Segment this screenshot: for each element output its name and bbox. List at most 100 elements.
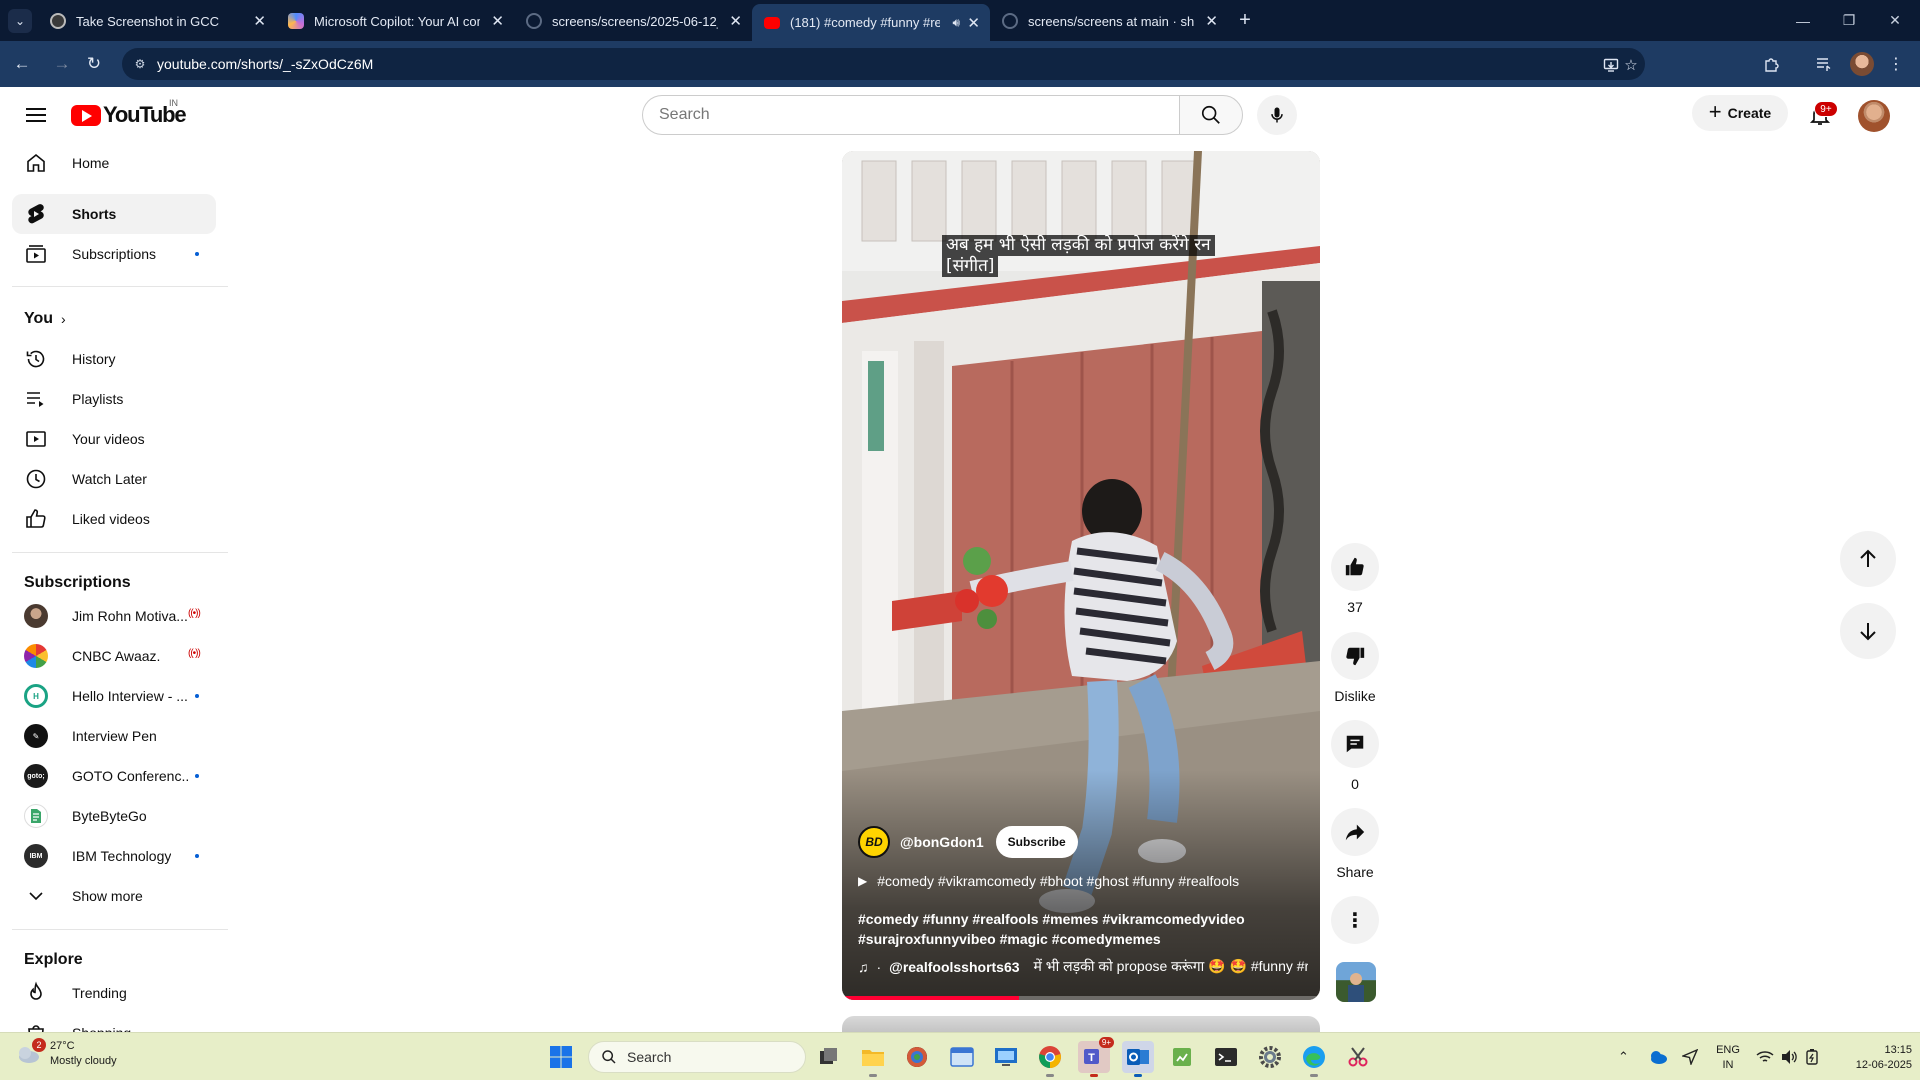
browser-tab-4-active[interactable]: (181) #comedy #funny #rea 🔊︎ ✕ <box>752 4 990 41</box>
channel-handle-link[interactable]: @bonGdon1 <box>900 834 984 850</box>
like-button[interactable] <box>1331 543 1379 591</box>
previous-short-button[interactable] <box>1840 531 1896 587</box>
comment-count: 0 <box>1351 776 1359 792</box>
video-progress-bar[interactable] <box>842 996 1320 1000</box>
sidebar-item-label: Watch Later <box>72 471 147 487</box>
browser-tab-5[interactable]: screens/screens at main · shubh ✕ <box>990 6 1228 36</box>
sidebar-item-history[interactable]: History <box>12 339 216 379</box>
sidebar-item-channel[interactable]: goto; GOTO Conferenc... <box>12 756 216 796</box>
sound-thumbnail[interactable] <box>1336 962 1376 1002</box>
bookmark-star-icon[interactable]: ☆ <box>1622 56 1640 74</box>
close-tab-icon[interactable]: ✕ <box>729 12 742 30</box>
task-view-icon[interactable] <box>812 1041 844 1073</box>
onedrive-cloud-icon[interactable] <box>1648 1041 1668 1073</box>
dislike-button[interactable] <box>1331 632 1379 680</box>
battery-icon[interactable] <box>1804 1041 1820 1073</box>
teams-icon[interactable]: T 9+ <box>1078 1037 1114 1077</box>
sidebar-item-home[interactable]: Home <box>12 143 216 183</box>
sidebar-item-playlists[interactable]: Playlists <box>12 379 216 419</box>
voice-search-button[interactable] <box>1257 95 1297 135</box>
sidebar-item-channel[interactable]: H Hello Interview - ... <box>12 676 216 716</box>
close-window-icon[interactable]: ✕ <box>1872 0 1918 41</box>
microsoft-365-icon[interactable] <box>901 1041 933 1073</box>
more-options-button[interactable]: ⋮ <box>1331 896 1379 944</box>
short-hashtags[interactable]: #comedy #funny #realfools #memes #vikram… <box>858 909 1298 949</box>
restore-icon[interactable]: ❐ <box>1826 0 1872 41</box>
short-sound-row[interactable]: ♫ · @realfoolsshorts63 में भी लड़की को p… <box>858 957 1308 976</box>
close-tab-icon[interactable]: ✕ <box>491 12 504 30</box>
share-button[interactable] <box>1331 808 1379 856</box>
address-bar[interactable]: ⚙︎ youtube.com/shorts/_-sZxOdCz6M ☆ <box>122 48 1645 80</box>
teams-badge: 9+ <box>1098 1037 1114 1048</box>
create-button[interactable]: + Create <box>1692 95 1788 131</box>
close-tab-icon[interactable]: ✕ <box>253 12 266 30</box>
edge-icon[interactable] <box>1298 1041 1330 1077</box>
location-arrow-icon[interactable] <box>1682 1041 1698 1073</box>
sidebar-item-channel[interactable]: ByteByteGo <box>12 796 216 836</box>
window-app-icon[interactable] <box>946 1041 978 1073</box>
search-box <box>642 95 1243 135</box>
show-hidden-icons-chevron[interactable]: ⌃ <box>1618 1041 1629 1073</box>
sidebar-item-trending[interactable]: Trending <box>12 973 216 1013</box>
taskbar-search-box[interactable]: Search <box>588 1041 806 1073</box>
reload-icon[interactable]: ↻ <box>82 52 106 76</box>
browser-tab-3[interactable]: screens/screens/2025-06-12_09 ✕ <box>514 6 752 36</box>
chrome-icon[interactable] <box>1034 1041 1066 1077</box>
remote-desktop-icon[interactable] <box>990 1041 1022 1073</box>
sidebar-item-channel[interactable]: ✎ Interview Pen <box>12 716 216 756</box>
youtube-logo[interactable]: YouTube IN <box>71 98 187 127</box>
back-arrow-icon[interactable]: ← <box>10 52 34 76</box>
settings-gear-icon[interactable] <box>1254 1041 1286 1073</box>
terminal-icon[interactable] <box>1210 1041 1242 1073</box>
you-section-title[interactable]: You › <box>24 310 66 328</box>
new-tab-button[interactable]: + <box>1232 6 1258 34</box>
search-button[interactable] <box>1179 95 1243 135</box>
browser-tab-2[interactable]: Microsoft Copilot: Your AI comp ✕ <box>276 6 514 36</box>
subscriptions-section-title: Subscriptions <box>24 574 131 591</box>
short-title-row[interactable]: ▶ #comedy #vikramcomedy #bhoot #ghost #f… <box>858 873 1239 889</box>
weather-widget[interactable]: 2 27°C Mostly cloudy <box>14 1038 117 1069</box>
browser-menu-icon[interactable]: ⋮ <box>1884 52 1908 76</box>
close-tab-icon[interactable]: ✕ <box>967 14 980 32</box>
minimize-icon[interactable]: — <box>1780 0 1826 41</box>
outlook-icon[interactable] <box>1122 1041 1154 1077</box>
speaker-icon[interactable]: 🔊︎ <box>952 15 960 30</box>
site-info-icon[interactable]: ⚙︎ <box>132 56 148 72</box>
sidebar-item-your-videos[interactable]: Your videos <box>12 419 216 459</box>
forward-arrow-icon[interactable]: → <box>50 52 74 76</box>
sidebar-item-subscriptions[interactable]: Subscriptions <box>12 234 216 274</box>
sidebar-item-label: Your videos <box>72 431 145 447</box>
sidebar-item-channel[interactable]: CNBC Awaaz. ((•)) <box>12 636 216 676</box>
sidebar-item-shorts[interactable]: Shorts <box>12 194 216 234</box>
browser-tab-1[interactable]: Take Screenshot in GCC ✕ <box>38 6 276 36</box>
subscribe-button[interactable]: Subscribe <box>995 826 1078 858</box>
hamburger-menu-icon[interactable] <box>24 103 48 127</box>
search-input[interactable] <box>642 95 1179 135</box>
tab-search-menu-button[interactable]: ⌄ <box>8 9 32 33</box>
reading-list-icon[interactable] <box>1812 52 1836 76</box>
sidebar-item-watch-later[interactable]: Watch Later <box>12 459 216 499</box>
comments-button[interactable] <box>1331 720 1379 768</box>
channel-logo[interactable]: BD <box>858 826 890 858</box>
browser-profile-avatar[interactable] <box>1850 52 1874 76</box>
install-app-icon[interactable] <box>1602 56 1620 74</box>
wifi-icon[interactable] <box>1756 1041 1774 1073</box>
sidebar-item-channel[interactable]: IBM IBM Technology <box>12 836 216 876</box>
language-indicator[interactable]: ENG IN <box>1712 1043 1744 1073</box>
volume-icon[interactable] <box>1780 1041 1798 1073</box>
notes-app-icon[interactable] <box>1166 1041 1198 1073</box>
account-avatar[interactable] <box>1858 100 1890 132</box>
sidebar-item-liked-videos[interactable]: Liked videos <box>12 499 216 539</box>
next-short-preview[interactable] <box>842 1016 1320 1032</box>
extensions-icon[interactable] <box>1760 52 1784 76</box>
sidebar-item-shopping[interactable]: Shopping <box>12 1013 216 1033</box>
sidebar-show-more[interactable]: Show more <box>12 876 216 916</box>
close-tab-icon[interactable]: ✕ <box>1205 12 1218 30</box>
start-windows-icon[interactable] <box>545 1041 577 1073</box>
short-video-player[interactable]: अब हम भी ऐसी लड़की को प्रपोज करेंगे रन [… <box>842 151 1320 1000</box>
file-explorer-icon[interactable] <box>857 1041 889 1077</box>
sidebar-item-channel[interactable]: Jim Rohn Motiva... ((•)) <box>12 596 216 636</box>
next-short-button[interactable] <box>1840 603 1896 659</box>
clock[interactable]: 13:15 12-06-2025 <box>1836 1043 1912 1073</box>
snipping-tool-icon[interactable] <box>1342 1041 1374 1073</box>
